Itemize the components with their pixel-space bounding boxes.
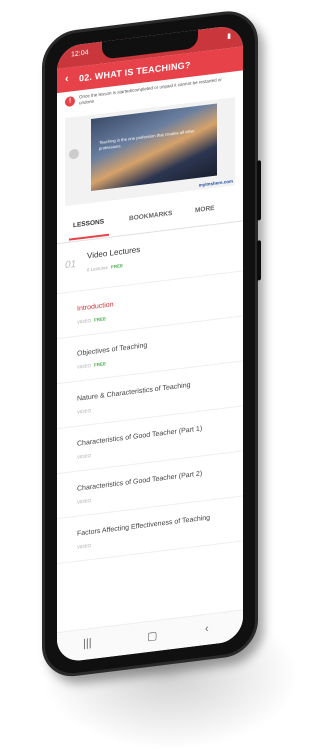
section-number: 01 [65, 258, 77, 272]
lesson-type: VIDEO [77, 497, 92, 505]
tab-more[interactable]: MORE [195, 205, 215, 214]
tab-lessons[interactable]: LESSONS [73, 218, 104, 229]
lesson-meta: VIDEO FREE [77, 361, 106, 370]
home-icon[interactable]: ▢ [147, 629, 157, 643]
lesson-meta: VIDEO [77, 543, 91, 550]
lesson-meta: VIDEO [77, 453, 91, 460]
back-nav-icon[interactable]: ‹ [205, 623, 209, 635]
lesson-meta: VIDEO [77, 498, 91, 505]
lesson-type: VIDEO [77, 407, 92, 415]
lesson-name: Characteristics of Good Teacher (Part 1) [77, 425, 203, 448]
free-badge: FREE [111, 263, 124, 270]
info-icon: ! [65, 95, 75, 108]
page-title: 02. WHAT IS TEACHING? [79, 59, 191, 84]
lesson-meta: VIDEO FREE [77, 316, 106, 325]
lesson-name: Objectives of Teaching [77, 342, 148, 358]
section-meta: 6 Lectures FREE [87, 263, 123, 272]
video-thumbnail[interactable]: Teaching is the one profession that crea… [91, 103, 217, 191]
lesson-name: Introduction [77, 301, 114, 313]
lesson-type: VIDEO [77, 317, 92, 325]
lesson-name: Factors Affecting Effectiveness of Teach… [77, 514, 211, 538]
video-player[interactable]: Teaching is the one profession that crea… [65, 97, 235, 207]
free-badge: FREE [94, 316, 107, 323]
back-arrow-icon[interactable]: ‹ [65, 73, 69, 85]
free-badge: FREE [94, 361, 107, 368]
phone-frame: 12:04 ▮ ‹ 02. WHAT IS TEACHING? ! Once t… [42, 7, 261, 681]
section-name: Video Lectures [87, 244, 141, 261]
status-time: 12:04 [71, 49, 89, 59]
android-nav-bar: ||| ▢ ‹ [57, 609, 243, 664]
lesson-name: Characteristics of Good Teacher (Part 2) [77, 470, 203, 493]
lesson-type: VIDEO [77, 542, 92, 550]
battery-icon: ▮ [227, 32, 231, 41]
lesson-list: 01 Video Lectures 6 Lectures FREE Introdu… [57, 220, 243, 565]
play-icon[interactable] [69, 148, 79, 160]
phone-screen: 12:04 ▮ ‹ 02. WHAT IS TEACHING? ! Once t… [57, 24, 243, 664]
phone-side-button [257, 160, 261, 221]
lesson-meta: VIDEO [77, 408, 91, 415]
phone-side-button [257, 240, 261, 281]
lesson-type: VIDEO [77, 452, 92, 460]
brand-watermark: mylmshere.com [198, 178, 233, 188]
section-meta-text: 6 Lectures [87, 264, 109, 273]
lesson-type: VIDEO [77, 362, 92, 370]
tab-bookmarks[interactable]: BOOKMARKS [129, 210, 172, 222]
lesson-name: Nature & Characteristics of Teaching [77, 381, 191, 403]
recent-apps-icon[interactable]: ||| [83, 637, 92, 650]
video-quote: Teaching is the one profession that crea… [99, 128, 195, 152]
